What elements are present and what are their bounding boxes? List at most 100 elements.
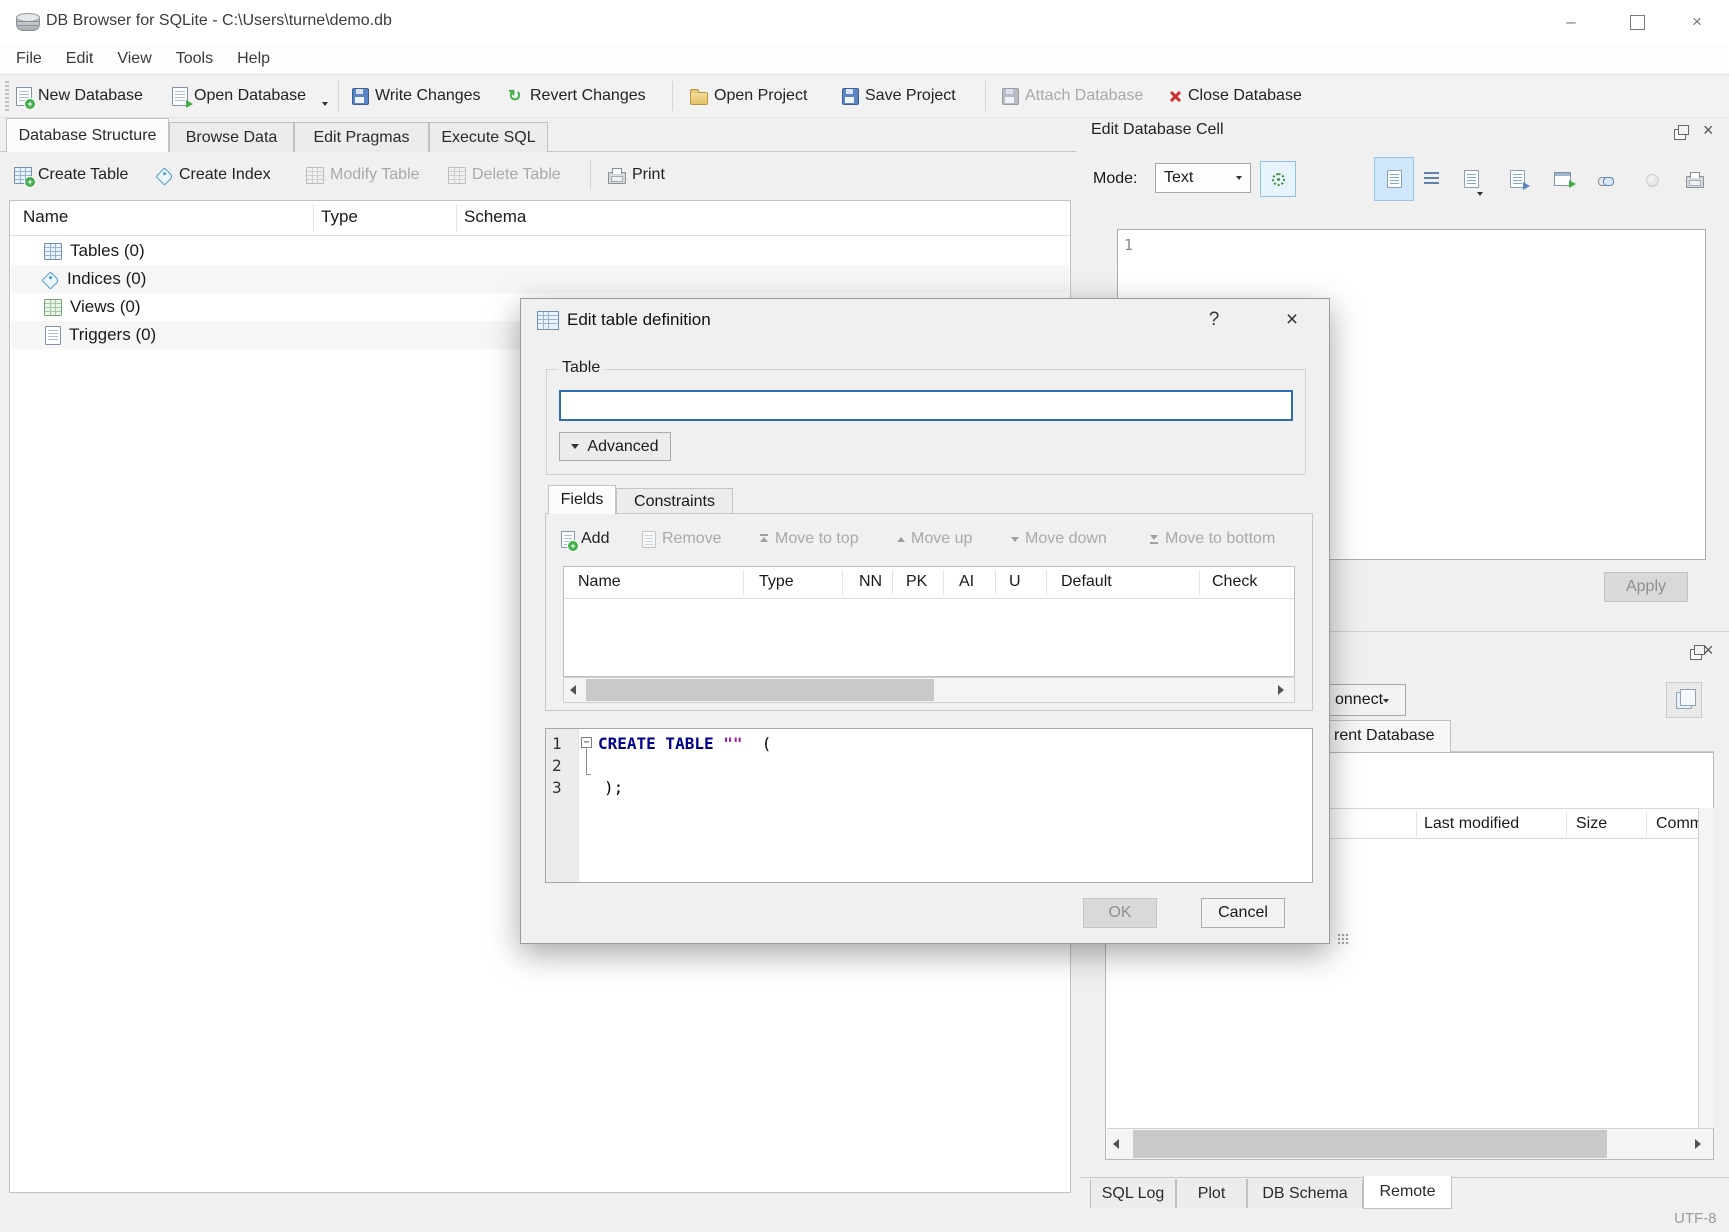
scroll-left-icon[interactable] [570,685,576,695]
column-separator[interactable] [842,570,843,595]
dialog-close-button[interactable]: × [1275,305,1309,335]
tab-sql-log[interactable]: SQL Log [1090,1179,1176,1208]
column-separator[interactable] [1646,812,1647,836]
scroll-left-icon[interactable] [1113,1139,1119,1149]
word-wrap-button[interactable] [1424,172,1439,190]
column-type[interactable]: Type [759,573,794,591]
tab-remote[interactable]: Remote [1363,1176,1452,1209]
dialog-resize-grip[interactable] [1337,933,1350,946]
horizontal-scrollbar[interactable] [1107,1128,1713,1159]
tab-constraints[interactable]: Constraints [616,488,733,514]
modify-table-button[interactable]: Modify Table [306,154,420,196]
clone-database-button[interactable] [1666,682,1702,718]
scroll-right-icon[interactable] [1695,1139,1701,1149]
fold-marker-icon[interactable]: − [581,737,592,748]
advanced-toggle-button[interactable]: Advanced [559,432,671,461]
export-data-button[interactable] [1510,170,1525,193]
new-database-button[interactable]: New Database [16,75,143,117]
tab-database-structure[interactable]: Database Structure [6,118,169,152]
column-separator[interactable] [1566,812,1567,836]
column-check[interactable]: Check [1212,573,1257,591]
copy-link-button[interactable] [1598,172,1614,190]
scroll-right-icon[interactable] [1278,685,1284,695]
add-field-button[interactable]: Add [561,525,609,553]
write-changes-button[interactable]: Write Changes [352,75,481,117]
create-index-button[interactable]: Create Index [156,154,271,196]
open-database-button[interactable]: Open Database [172,75,328,117]
apply-button[interactable]: Apply [1604,572,1688,602]
column-separator[interactable] [892,570,893,595]
blob-mode-button[interactable] [1646,174,1659,192]
column-separator[interactable] [456,205,457,231]
toolbar-drag-handle[interactable] [5,81,9,111]
tree-column-name[interactable]: Name [23,207,68,227]
column-separator[interactable] [1199,570,1200,595]
cancel-button[interactable]: Cancel [1201,898,1285,928]
tree-item-tables[interactable]: Tables (0) [11,237,1069,265]
create-table-button[interactable]: Create Table [14,154,128,196]
attach-database-button[interactable]: Attach Database [1002,75,1143,117]
ok-button[interactable]: OK [1083,898,1157,928]
float-panel-icon[interactable] [1690,649,1702,660]
column-commit[interactable]: Comm [1656,815,1703,833]
save-project-button[interactable]: Save Project [842,75,956,117]
column-separator[interactable] [743,570,744,595]
scrollbar-thumb[interactable] [1133,1130,1607,1158]
scrollbar-thumb[interactable] [586,679,934,701]
menu-view[interactable]: View [105,44,163,74]
tab-fields[interactable]: Fields [548,485,616,514]
column-separator[interactable] [313,205,314,231]
remote-panel-close-icon[interactable]: × [1703,641,1714,659]
tab-edit-pragmas[interactable]: Edit Pragmas [294,122,429,152]
column-separator[interactable] [943,570,944,595]
menu-file[interactable]: File [4,44,54,74]
column-ai[interactable]: AI [959,573,974,591]
column-nn[interactable]: NN [859,573,882,591]
column-u[interactable]: U [1009,573,1021,591]
cell-editor-close-icon[interactable]: × [1703,121,1714,139]
revert-changes-button[interactable]: Revert Changes [508,75,646,117]
status-encoding[interactable]: UTF-8 [1674,1210,1717,1227]
column-separator[interactable] [995,570,996,595]
maximize-button[interactable] [1611,0,1663,44]
menu-help[interactable]: Help [225,44,282,74]
tree-column-type[interactable]: Type [321,207,358,227]
fields-horizontal-scrollbar[interactable] [563,677,1295,703]
tab-execute-sql[interactable]: Execute SQL [429,122,548,152]
remove-field-button[interactable]: Remove [642,525,722,553]
column-default[interactable]: Default [1061,573,1112,591]
tree-column-schema[interactable]: Schema [464,207,526,227]
close-button[interactable]: × [1671,0,1723,44]
tab-browse-data[interactable]: Browse Data [169,122,294,152]
table-name-input[interactable] [559,390,1293,421]
column-pk[interactable]: PK [906,573,927,591]
move-up-button[interactable]: Move up [897,525,972,553]
move-to-bottom-button[interactable]: Move to bottom [1149,525,1275,553]
move-down-button[interactable]: Move down [1011,525,1107,553]
column-name[interactable]: Name [578,573,621,591]
chevron-down-icon[interactable] [1477,192,1483,196]
open-in-window-button[interactable] [1554,172,1571,191]
open-database-dropdown-icon[interactable] [322,102,328,106]
column-separator[interactable] [1046,570,1047,595]
close-database-button[interactable]: Close Database [1168,75,1302,117]
print-button[interactable]: Print [608,154,665,196]
text-mode-button[interactable] [1374,157,1414,201]
tab-plot[interactable]: Plot [1176,1179,1247,1208]
open-project-button[interactable]: Open Project [690,75,807,117]
dialog-help-button[interactable]: ? [1199,305,1229,335]
minimize-button[interactable]: – [1545,0,1597,44]
move-to-top-button[interactable]: Move to top [759,525,859,553]
mode-select[interactable]: Text [1155,163,1251,193]
tab-db-schema[interactable]: DB Schema [1247,1179,1363,1208]
print-cell-button[interactable] [1686,170,1704,193]
auto-detect-format-button[interactable] [1260,161,1296,197]
column-last-modified[interactable]: Last modified [1424,815,1519,833]
float-panel-icon[interactable] [1674,129,1686,140]
vertical-scrollbar[interactable] [1698,808,1714,1128]
tree-item-indices[interactable]: Indices (0) [11,265,1069,293]
column-size[interactable]: Size [1576,815,1607,833]
menu-edit[interactable]: Edit [54,44,106,74]
import-data-button[interactable] [1464,170,1479,193]
column-separator[interactable] [1416,812,1417,836]
